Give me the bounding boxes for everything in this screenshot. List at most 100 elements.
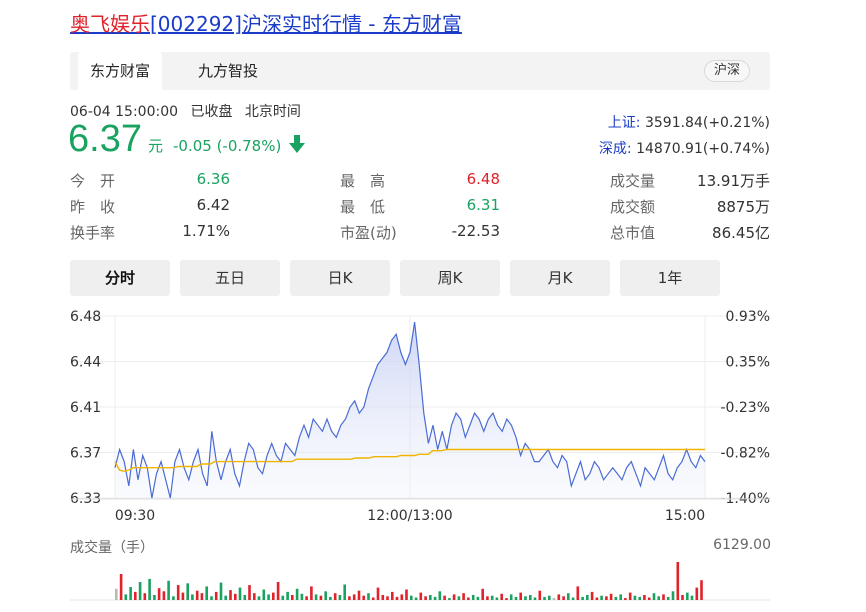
arrow-down-icon bbox=[289, 135, 306, 157]
volume-bar bbox=[314, 594, 318, 600]
volume-bar bbox=[229, 590, 232, 600]
tab-five-day[interactable]: 五日 bbox=[180, 260, 280, 296]
market-badge[interactable]: 沪深 bbox=[703, 60, 750, 82]
index-shenzhen: 深成: 14870.91(+0.74%) bbox=[599, 138, 770, 158]
volume-bar bbox=[162, 591, 166, 600]
volume-bar bbox=[676, 562, 680, 600]
volume-bar bbox=[338, 595, 342, 600]
volume-bar bbox=[438, 591, 442, 600]
stat-prev-value: 6.42 bbox=[196, 196, 230, 214]
volume-bar bbox=[548, 595, 551, 600]
volume-bar bbox=[519, 592, 522, 600]
volume-bar bbox=[624, 598, 627, 600]
y-tick-left: 6.48 bbox=[70, 309, 101, 325]
volume-bar bbox=[243, 595, 247, 600]
volume-bar bbox=[457, 596, 461, 600]
volume-bar bbox=[686, 592, 689, 600]
index-shanghai: 上证: 3591.84(+0.21%) bbox=[608, 112, 770, 132]
volume-bar bbox=[681, 595, 684, 600]
volume-bar bbox=[167, 580, 170, 600]
stat-high-value: 6.48 bbox=[466, 170, 500, 188]
stat-open-label: 今 开 bbox=[70, 172, 116, 190]
volume-bar bbox=[643, 595, 646, 600]
y-tick-right: 0.93% bbox=[726, 309, 770, 325]
volume-bar bbox=[567, 593, 570, 600]
tab-weekly-k[interactable]: 周K bbox=[400, 260, 500, 296]
stat-pe-label: 市盈(动) bbox=[340, 224, 397, 242]
page-title-link[interactable]: 奥飞娱乐[002292]沪深实时行情 - 东方财富 bbox=[70, 8, 462, 37]
volume-bar bbox=[647, 597, 651, 600]
stock-name: 奥飞娱乐 bbox=[70, 12, 150, 36]
volume-bar bbox=[666, 596, 670, 600]
volume-bar bbox=[281, 595, 285, 600]
volume-bar bbox=[257, 596, 261, 600]
tab-one-year[interactable]: 1年 bbox=[620, 260, 720, 296]
title-suffix: 沪深实时行情 - 东方财富 bbox=[241, 12, 462, 36]
volume-bar bbox=[671, 591, 675, 600]
tab-jiufang[interactable]: 九方智投 bbox=[186, 52, 270, 90]
volume-bar bbox=[410, 595, 413, 600]
volume-bar bbox=[386, 596, 389, 600]
volume-bar bbox=[181, 592, 185, 600]
tab-intraday[interactable]: 分时 bbox=[70, 260, 170, 296]
volume-bar bbox=[424, 596, 427, 600]
volume-bar bbox=[267, 594, 270, 600]
volume-bar bbox=[533, 597, 537, 600]
volume-bar bbox=[605, 596, 608, 600]
volume-bar bbox=[381, 595, 385, 600]
current-price: 6.37 bbox=[68, 118, 142, 160]
volume-bar bbox=[134, 591, 137, 600]
volume-bar bbox=[324, 591, 327, 600]
volume-bar bbox=[581, 596, 584, 600]
volume-bar bbox=[138, 582, 142, 600]
stat-turnover-value: 1.71% bbox=[182, 222, 230, 240]
volume-bar bbox=[129, 587, 132, 600]
volume-bar bbox=[310, 586, 313, 600]
volume-bar bbox=[662, 594, 665, 600]
volume-bar bbox=[433, 596, 437, 600]
stat-amount-value: 8875万 bbox=[716, 198, 770, 216]
volume-bar bbox=[576, 586, 580, 600]
volume-bar bbox=[348, 596, 351, 600]
volume-bar bbox=[471, 595, 475, 600]
y-tick-left: 6.41 bbox=[70, 400, 101, 416]
volume-bar bbox=[191, 594, 194, 600]
volume-bar bbox=[614, 596, 618, 600]
index-shenzhen-link[interactable]: 深成: bbox=[599, 141, 632, 157]
volume-bar bbox=[595, 597, 599, 600]
volume-bar bbox=[272, 592, 275, 600]
stat-volume-value: 13.91万手 bbox=[697, 172, 770, 190]
tab-eastmoney[interactable]: 东方财富 bbox=[78, 52, 163, 90]
y-tick-right: -0.23% bbox=[720, 400, 770, 416]
volume-bar bbox=[429, 595, 432, 600]
volume-bar bbox=[467, 597, 470, 600]
stat-mcap-value: 86.45亿 bbox=[712, 224, 770, 242]
volume-bar bbox=[153, 595, 156, 600]
volume-bar bbox=[571, 597, 575, 600]
volume-bar bbox=[557, 594, 561, 600]
volume-bar bbox=[529, 595, 532, 600]
volume-bar bbox=[119, 574, 123, 600]
stat-mcap-label: 总市值 bbox=[610, 224, 656, 242]
volume-bar bbox=[514, 596, 518, 600]
volume-bar bbox=[700, 580, 703, 600]
volume-bar bbox=[414, 597, 418, 600]
tab-monthly-k[interactable]: 月K bbox=[510, 260, 610, 296]
tab-daily-k[interactable]: 日K bbox=[290, 260, 390, 296]
index-shanghai-link[interactable]: 上证: bbox=[608, 115, 641, 131]
volume-bar bbox=[319, 595, 323, 600]
stat-amount-label: 成交额 bbox=[610, 198, 656, 216]
volume-bar bbox=[405, 589, 408, 600]
volume-bar bbox=[600, 595, 603, 600]
volume-bar bbox=[443, 595, 446, 600]
intraday-chart[interactable]: 6.48 0.93%6.44 0.35%6.41 -0.23%6.37 -0.82%6.… bbox=[0, 300, 866, 530]
y-tick-left: 6.37 bbox=[70, 446, 101, 462]
volume-bar bbox=[690, 595, 694, 600]
volume-bar bbox=[291, 595, 294, 600]
volume-bar bbox=[157, 588, 161, 600]
volume-bar bbox=[210, 596, 213, 600]
x-tick: 15:00 bbox=[665, 508, 705, 524]
stat-low-value: 6.31 bbox=[466, 196, 500, 214]
volume-bar bbox=[481, 588, 484, 600]
y-tick-left: 6.44 bbox=[70, 355, 101, 371]
